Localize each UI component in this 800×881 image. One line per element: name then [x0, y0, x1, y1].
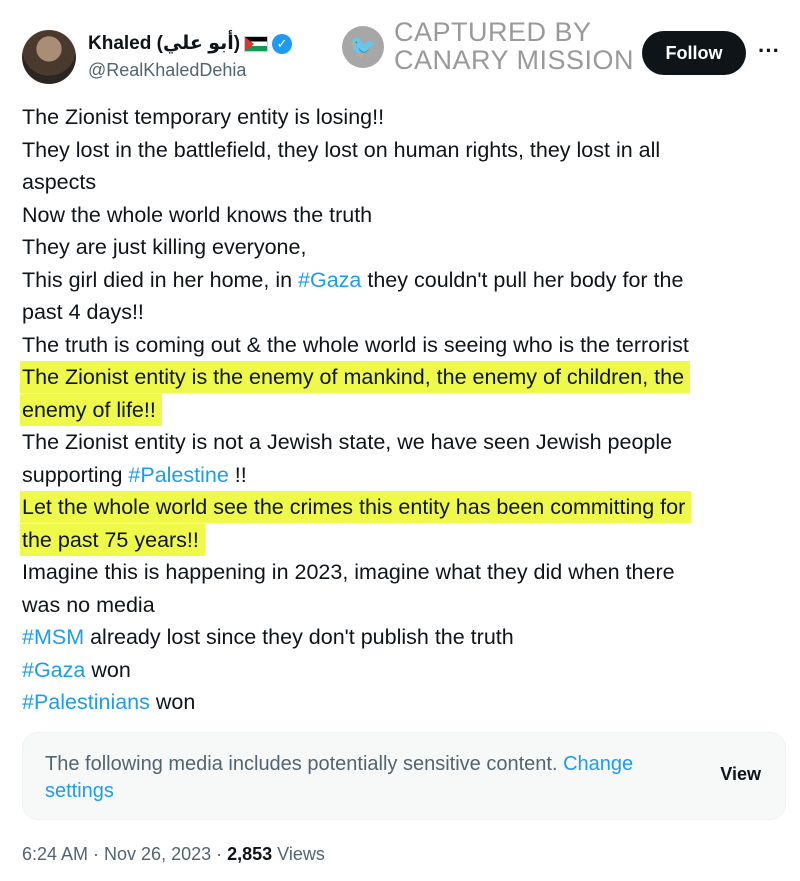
tweet-line: They are just killing everyone, [22, 235, 307, 259]
tweet-line: #Gaza won [22, 654, 782, 687]
tweet-line: Imagine this is happening in 2023, imagi… [22, 560, 675, 584]
tweet-line: #MSM already lost since they don't publi… [22, 621, 782, 654]
tweet-text-span: already lost since they don't publish th… [84, 625, 514, 649]
highlighted-text: Let the whole world see the crimes this … [20, 491, 692, 523]
author-handle[interactable]: @RealKhaledDehia [88, 60, 246, 81]
palestine-flag-icon [244, 35, 269, 52]
hashtag-gaza[interactable]: #Gaza [22, 658, 85, 682]
more-options-icon[interactable]: ··· [758, 38, 780, 64]
tweet-line: The Zionist temporary entity is losing!! [22, 105, 385, 129]
tweet-text: The Zionist temporary entity is losing!!… [20, 101, 782, 719]
tweet-line: The Zionist entity is the enemy of manki… [20, 361, 782, 394]
tweet-metadata: 6:24 AM · Nov 26, 2023 · 2,853 Views [22, 844, 325, 865]
tweet-line: the past 75 years!! [20, 523, 782, 557]
hashtag-gaza[interactable]: #Gaza [298, 268, 361, 292]
tweet-line: enemy of life!! [20, 393, 782, 427]
author-name-row[interactable]: Khaled (أبو علي) ✓ [88, 32, 293, 55]
tweet-line: supporting #Palestine !! [22, 459, 782, 492]
hashtag-msm[interactable]: #MSM [22, 625, 84, 649]
tweet-line: #Palestinians won [22, 686, 782, 719]
canary-logo-icon: 🐦 [342, 26, 384, 68]
hashtag-palestine[interactable]: #Palestine [128, 463, 228, 487]
sensitive-notice-text: The following media includes potentially… [45, 751, 665, 805]
tweet-line: This girl died in her home, in #Gaza the… [22, 264, 782, 297]
tweet-line: past 4 days!! [22, 300, 144, 324]
watermark-line2: CANARY MISSION [394, 45, 635, 75]
tweet-line: aspects [22, 170, 97, 194]
tweet-line: They lost in the battlefield, they lost … [22, 137, 661, 162]
watermark-line1: CAPTURED BY [394, 17, 592, 47]
view-button[interactable]: View [720, 764, 761, 785]
tweet-text-span: won [149, 690, 196, 714]
watermark: CAPTURED BY CANARY MISSION [394, 18, 634, 74]
tweet-text-span: they couldn't pull her body for the [361, 267, 684, 292]
tweet-line: was no media [22, 592, 155, 617]
highlighted-text: The Zionist entity is the enemy of manki… [20, 361, 691, 393]
tweet-text-span: !! [228, 462, 247, 487]
author-name[interactable]: Khaled (أبو علي) [88, 32, 240, 55]
tweet-text-span: won [85, 657, 131, 682]
sensitive-message: The following media includes potentially… [45, 753, 564, 775]
highlighted-text: enemy of life!! [20, 393, 162, 426]
verified-badge-icon: ✓ [272, 33, 293, 54]
avatar[interactable] [22, 30, 76, 84]
sensitive-media-notice: The following media includes potentially… [22, 732, 786, 820]
views-count: 2,853 [227, 844, 273, 864]
tweet-line: Now the whole world knows the truth [22, 202, 373, 227]
timestamp[interactable]: 6:24 AM · Nov 26, 2023 · [22, 844, 227, 864]
follow-button[interactable]: Follow [642, 31, 746, 75]
hashtag-palestinians[interactable]: #Palestinians [22, 690, 150, 714]
views-label: Views [272, 844, 325, 864]
tweet-text-span: This girl died in her home, in [22, 267, 299, 292]
highlighted-text: the past 75 years!! [20, 523, 205, 556]
tweet-line: Let the whole world see the crimes this … [20, 491, 782, 524]
tweet-text-span: supporting [22, 462, 129, 487]
tweet-line: The truth is coming out & the whole worl… [22, 332, 689, 357]
tweet-line: The Zionist entity is not a Jewish state… [22, 430, 673, 454]
